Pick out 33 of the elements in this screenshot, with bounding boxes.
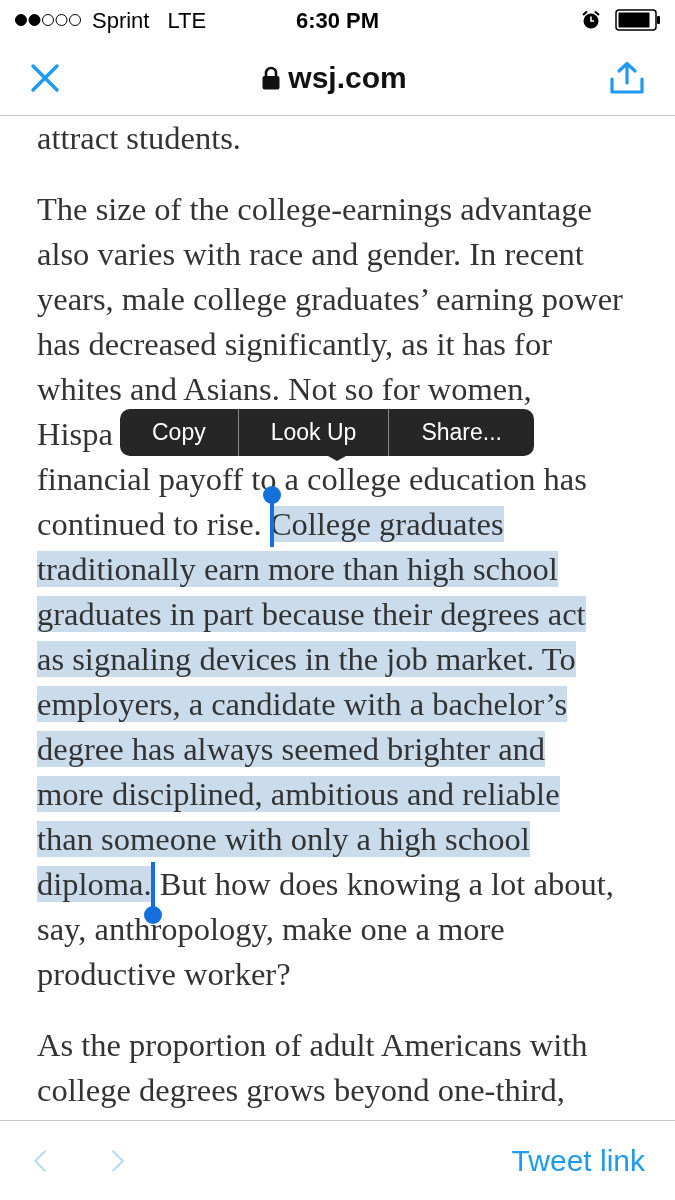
menu-item[interactable]: Copy xyxy=(120,409,238,456)
article-text: also varies with race and gender. In recent xyxy=(37,236,584,272)
carrier-name: Sprint xyxy=(92,6,150,35)
alarm-icon xyxy=(581,10,601,30)
close-icon xyxy=(30,62,60,93)
selected-text: degree has always seemed brighter and xyxy=(37,731,546,767)
selected-text: more disciplined, ambitious and reliable xyxy=(37,776,560,812)
selected-text: as signaling devices in the job market. To xyxy=(37,641,576,677)
site-domain: wsj.com xyxy=(288,60,407,96)
article-text: Hispa xyxy=(37,416,113,452)
selected-text: graduates in part because their degrees act xyxy=(37,596,586,632)
battery-icon xyxy=(615,9,661,31)
selected-text: traditionally earn more than high school xyxy=(37,551,558,587)
article-text: college degrees grows beyond one-third, xyxy=(37,1072,565,1108)
article-text: attract students. xyxy=(37,120,241,156)
lock-icon xyxy=(262,65,281,90)
article-text: years, male college graduates’ earning power xyxy=(37,281,623,317)
article-text: has decreased significantly, as it has for xyxy=(37,326,552,362)
article-text: productive worker? xyxy=(37,956,291,992)
selected-text: than someone with only a high school xyxy=(37,821,530,857)
article-text: As the proportion of adult Americans with xyxy=(37,1027,588,1063)
article-text: say, anthropology, make one a more xyxy=(37,911,505,947)
network-type: LTE xyxy=(167,6,207,35)
selected-text: diploma. xyxy=(37,866,152,902)
article-text: whites and Asians. Not so for women, xyxy=(37,371,532,407)
article-text: continued to rise. xyxy=(37,506,262,542)
article-text: The size of the college-earnings advantage xyxy=(37,191,592,227)
signal-icon xyxy=(14,13,82,27)
selected-text: employers, a candidate with a bachelor’s xyxy=(37,686,568,722)
menu-item[interactable]: Share... xyxy=(388,409,534,456)
share-icon xyxy=(609,60,645,95)
article-text: But how does knowing a lot about, xyxy=(159,866,614,902)
status-time: 6:30 PM xyxy=(295,6,380,35)
